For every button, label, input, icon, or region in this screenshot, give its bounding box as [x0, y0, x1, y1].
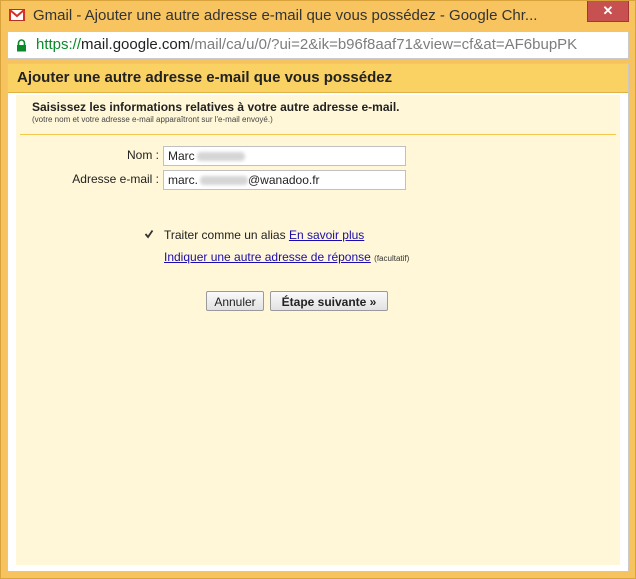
popup-window: Gmail - Ajouter une autre adresse e-mail…: [0, 0, 636, 579]
page-title: Ajouter une autre adresse e-mail que vou…: [17, 69, 393, 86]
alias-label: Traiter comme un alias: [164, 228, 286, 242]
alias-option: Traiter comme un alias En savoir plus: [164, 228, 364, 242]
lock-icon: [17, 39, 26, 52]
email-input[interactable]: marc. @wanadoo.fr: [163, 170, 406, 190]
learn-more-link[interactable]: En savoir plus: [289, 228, 364, 242]
blurred-text: [200, 176, 248, 186]
address-bar[interactable]: https://mail.google.com/mail/ca/u/0/?ui=…: [7, 31, 629, 59]
form-panel: Saisissez les informations relatives à v…: [16, 95, 620, 565]
divider: [20, 134, 616, 135]
reply-to-option: Indiquer une autre adresse de réponse (f…: [164, 250, 409, 264]
checkmark-icon: [144, 229, 154, 239]
close-button[interactable]: ✕: [587, 1, 629, 22]
window-titlebar[interactable]: Gmail - Ajouter une autre adresse e-mail…: [1, 1, 635, 31]
optional-note: (facultatif): [374, 254, 410, 263]
name-label: Nom :: [126, 148, 159, 162]
close-icon: ✕: [602, 3, 614, 18]
name-value: Marc: [168, 149, 195, 163]
email-value-end: @wanadoo.fr: [248, 173, 320, 187]
window-title: Gmail - Ajouter une autre adresse e-mail…: [33, 7, 538, 24]
url-host: mail.google.com: [81, 36, 191, 53]
instructions-note: (votre nom et votre adresse e-mail appar…: [32, 115, 273, 124]
blurred-text: [196, 152, 245, 162]
cancel-button[interactable]: Annuler: [206, 291, 264, 311]
email-label: Adresse e-mail :: [72, 172, 159, 186]
email-value-start: marc.: [168, 173, 198, 187]
instructions-text: Saisissez les informations relatives à v…: [32, 100, 400, 114]
alias-checkbox[interactable]: [143, 229, 155, 241]
next-step-button[interactable]: Étape suivante »: [270, 291, 388, 311]
gmail-icon: [9, 9, 25, 21]
url-path: /mail/ca/u/0/?ui=2&ik=b96f8aaf71&view=cf…: [190, 36, 578, 53]
heading-bar: Ajouter une autre adresse e-mail que vou…: [8, 64, 628, 93]
dialog-content: Ajouter une autre adresse e-mail que vou…: [7, 63, 629, 572]
url-text: https://mail.google.com/mail/ca/u/0/?ui=…: [36, 36, 577, 53]
url-protocol: https://: [36, 36, 82, 53]
name-input[interactable]: Marc: [163, 146, 406, 166]
reply-to-link[interactable]: Indiquer une autre adresse de réponse: [164, 250, 371, 264]
